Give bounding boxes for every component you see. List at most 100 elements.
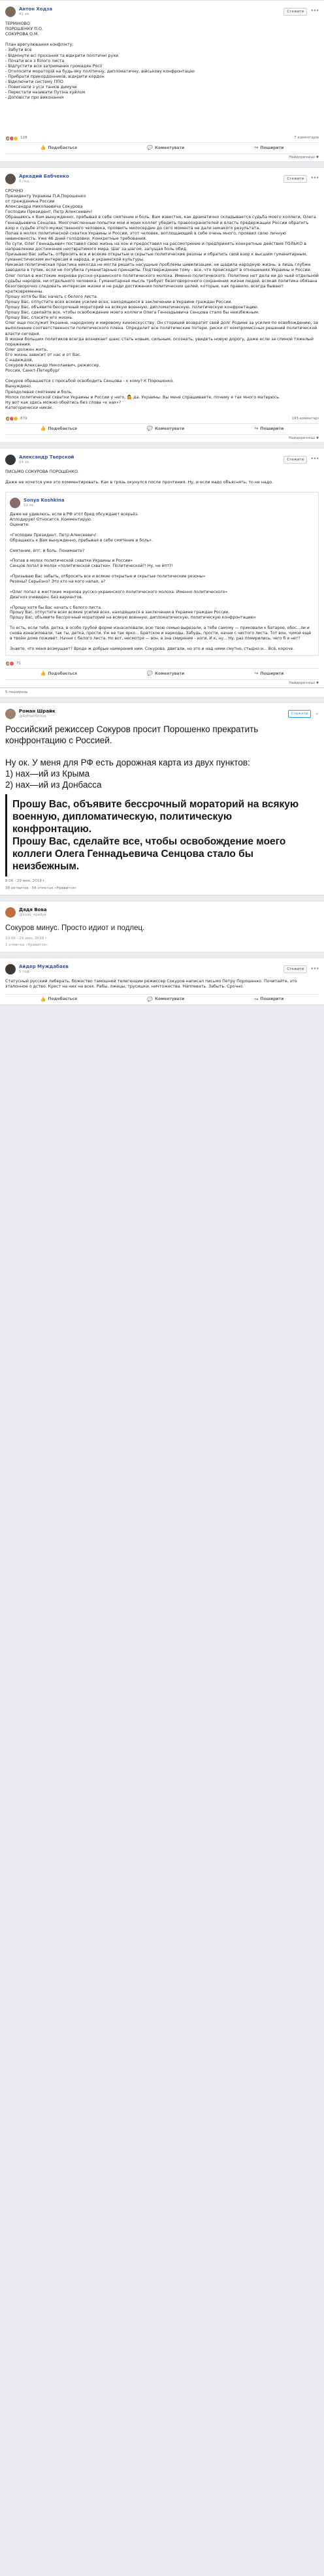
like-button[interactable]: 👍 Подобається	[40, 426, 77, 432]
author-name[interactable]: Sonya Koshkina	[24, 498, 65, 504]
follow-button[interactable]: Стежити	[284, 965, 308, 974]
post-time[interactable]: 41 хв.	[19, 12, 52, 17]
wow-reaction-icon	[13, 135, 18, 141]
post-tverskoy: Александр Тверской 54 хв. Стежити ••• ПИ…	[0, 447, 324, 688]
avatar[interactable]	[5, 964, 16, 975]
avatar[interactable]	[5, 454, 16, 465]
thumb-up-icon: 👍	[40, 996, 46, 1002]
author-handle[interactable]: @RomanShrike	[19, 715, 56, 719]
thumb-up-icon: 👍	[40, 426, 46, 432]
shared-post-text: Даже не удивлюсь, если в РФ этот бред об…	[10, 512, 312, 651]
speech-bubble-icon: 💬	[147, 996, 154, 1002]
post-time[interactable]: 6 год.	[19, 180, 69, 184]
reaction-summary: 👍 128 7 коментарів	[5, 134, 319, 143]
post-text: Статусный русский либерать, божество там…	[5, 979, 297, 990]
thumb-up-icon: 👍	[40, 671, 46, 677]
more-options-icon[interactable]: •••	[310, 966, 319, 974]
action-bar: 👍 Подобається 💬 Коментувати ↪ Поширити	[5, 424, 319, 434]
post-header: Айдер Муждабаев 5 год. Стежити •••	[5, 962, 319, 976]
author-name[interactable]: Антон Ходза	[19, 7, 52, 12]
avatar[interactable]	[5, 7, 16, 17]
reply-text: Сокуров минус. Просто идиот и подлец.	[5, 924, 145, 933]
avatar[interactable]	[5, 174, 16, 184]
post-time[interactable]: 54 хв.	[19, 460, 74, 465]
tweet-stats[interactable]: 38 ретвитов · 56 отметок «Нравится»	[5, 886, 319, 895]
author-name[interactable]: Роман Шрайк	[19, 709, 56, 715]
like-button[interactable]: 👍 Подобається	[40, 997, 77, 1003]
post-time[interactable]: 52 хв.	[24, 504, 65, 508]
share-button[interactable]: ↪ Поширити	[255, 671, 284, 677]
comment-button[interactable]: 💬 Коментувати	[147, 145, 184, 151]
action-bar: 👍 Подобається 💬 Коментувати ↪ Поширити	[5, 993, 319, 1005]
share-arrow-icon: ↪	[254, 426, 259, 432]
tweet-card: Роман Шрайк @RomanShrike Стежити ⌄ Росси…	[0, 701, 324, 896]
comment-sort[interactable]: Найдоречніші ▼	[5, 434, 319, 442]
author-name[interactable]: Дядя Вова	[19, 907, 47, 913]
comment-button[interactable]: 💬 Коментувати	[147, 671, 184, 677]
post-babchenko: Аркадий Бабченко 6 год. Стежити ••• СРОЧ…	[0, 167, 324, 443]
shares-count[interactable]: 5 поширень	[0, 687, 324, 697]
follow-button[interactable]: Стежити	[284, 175, 308, 183]
avatar[interactable]	[5, 708, 16, 719]
post-time[interactable]: 5 год.	[19, 970, 69, 974]
share-button[interactable]: ↪ Поширити	[255, 145, 284, 151]
chevron-down-icon: ▼	[316, 436, 319, 441]
tweet-timestamp[interactable]: 8:06 - 29 июн. 2018 г.	[5, 879, 319, 886]
follow-button[interactable]: Стежити	[284, 8, 308, 16]
reaction-count: 71	[16, 661, 21, 666]
comment-button[interactable]: 💬 Коментувати	[147, 997, 184, 1003]
action-bar: 👍 Подобається 💬 Коментувати ↪ Поширити	[5, 669, 319, 679]
author-name[interactable]: Айдер Муждабаев	[19, 964, 69, 970]
avatar[interactable]	[5, 907, 16, 918]
more-options-icon[interactable]: •••	[310, 8, 319, 16]
more-options-icon[interactable]: •••	[310, 456, 319, 464]
like-button[interactable]: 👍 Подобається	[40, 671, 77, 677]
shared-post[interactable]: Sonya Koshkina 52 хв. Даже не удивлюсь, …	[5, 492, 319, 656]
tweet-text: Российский режиссер Сокуров просит Порош…	[5, 724, 259, 790]
author-name[interactable]: Александр Тверской	[19, 455, 74, 460]
reaction-count: 879	[20, 416, 27, 421]
share-arrow-icon: ↪	[254, 996, 259, 1002]
like-button[interactable]: 👍 Подобається	[40, 145, 77, 151]
avatar[interactable]	[10, 498, 20, 509]
comment-count[interactable]: 7 коментарів	[294, 136, 319, 140]
share-button[interactable]: ↪ Поширити	[255, 426, 284, 432]
more-options-icon[interactable]: •••	[310, 175, 319, 183]
comment-button[interactable]: 💬 Коментувати	[147, 426, 184, 432]
action-bar: 👍 Подобається 💬 Коментувати ↪ Поширити	[5, 143, 319, 153]
post-text: СРОЧНО Президенту Украины П.А.Порошенко …	[5, 189, 319, 410]
author-handle[interactable]: @vova_dyadya	[19, 913, 47, 918]
speech-bubble-icon: 💬	[147, 145, 154, 151]
tweet-header: Роман Шрайк @RomanShrike Стежити ⌄	[5, 707, 319, 721]
chevron-down-icon: ▼	[316, 155, 319, 160]
follow-button[interactable]: Стежити	[284, 455, 308, 464]
love-reaction-icon	[9, 661, 14, 667]
chevron-down-icon: ▼	[316, 681, 319, 685]
wow-reaction-icon	[13, 416, 18, 422]
share-arrow-icon: ↪	[254, 145, 259, 151]
reaction-count: 128	[20, 135, 27, 140]
post-text: ТЕРМІНОВО ПОРОШЕНКУ П.О. СОКУРОВА О.М. П…	[5, 22, 195, 101]
share-button[interactable]: ↪ Поширити	[255, 997, 284, 1003]
reply-timestamp[interactable]: 10:06 - 29 июн. 2018 г.	[5, 937, 319, 943]
reaction-summary: 👍 879 193 коментарі	[5, 415, 319, 424]
chevron-down-icon[interactable]: ⌄	[314, 710, 319, 718]
reply-likes[interactable]: 1 отметка «Нравится»	[5, 943, 319, 952]
post-text: ПИСЬМО СОКУРОВА ПОРОШЕНКО. Даже не хочет…	[5, 469, 274, 485]
post-khodza: Антон Ходза 41 хв. Стежити ••• ТЕРМІНОВО…	[0, 0, 324, 162]
post-muzhdabaev: Айдер Муждабаев 5 год. Стежити ••• Стату…	[0, 958, 324, 1005]
thumb-up-icon: 👍	[40, 145, 46, 151]
tweet-reply: Дядя Вова @vova_dyadya Сокуров минус. Пр…	[0, 901, 324, 953]
post-header: Антон Ходза 41 хв. Стежити •••	[5, 5, 319, 19]
reply-header: Дядя Вова @vova_dyadya	[5, 905, 319, 920]
comment-sort[interactable]: Найдоречніші ▼	[5, 153, 319, 161]
comment-count[interactable]: 193 коментарі	[291, 417, 319, 421]
share-arrow-icon: ↪	[254, 671, 259, 677]
follow-button[interactable]: Стежити	[287, 709, 312, 718]
reaction-summary: 👍 71	[5, 660, 319, 669]
author-name[interactable]: Аркадий Бабченко	[19, 174, 69, 180]
speech-bubble-icon: 💬	[147, 671, 154, 677]
comment-sort[interactable]: Найдоречніші ▼	[5, 679, 319, 687]
speech-bubble-icon: 💬	[147, 426, 154, 432]
post-header: Аркадий Бабченко 6 год. Стежити •••	[5, 172, 319, 186]
